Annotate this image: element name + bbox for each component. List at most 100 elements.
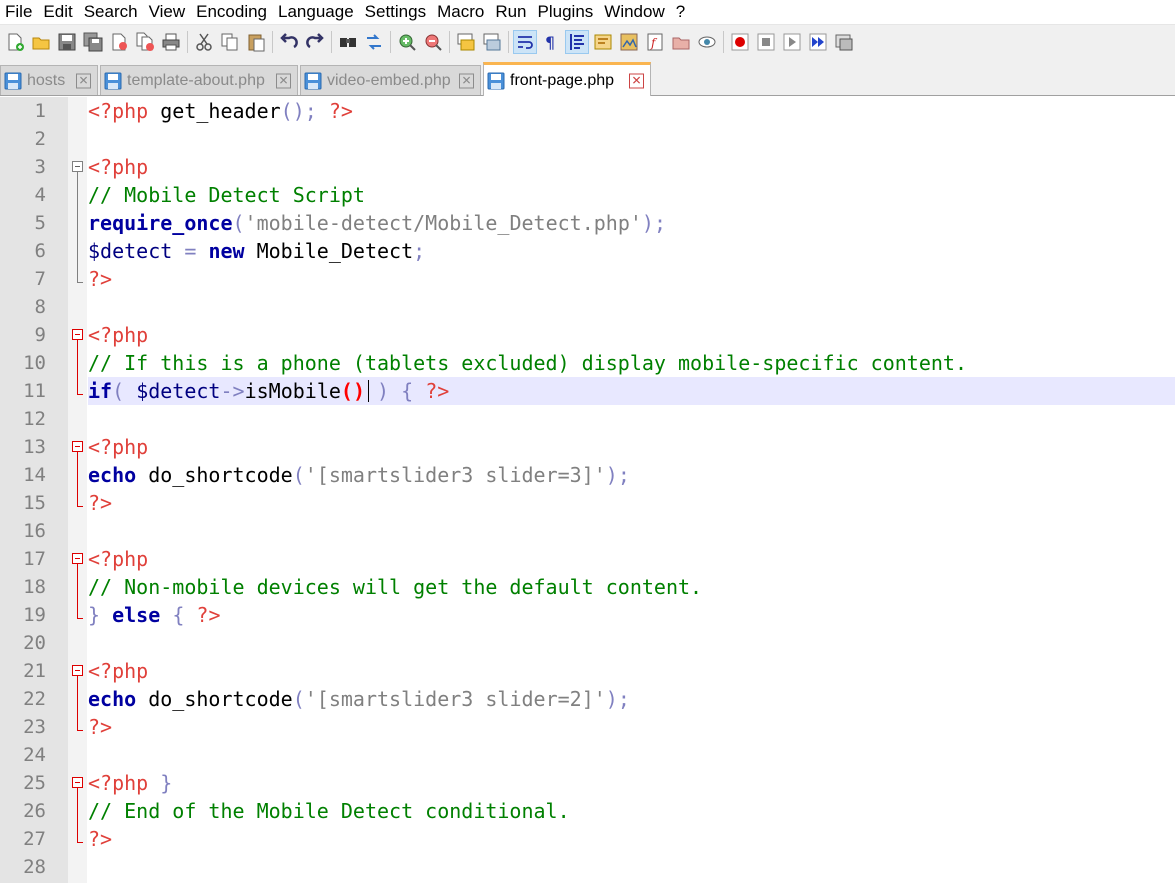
code-text[interactable]: <?php [88, 321, 1175, 349]
zoom-out-button[interactable] [421, 30, 445, 54]
code-text[interactable]: if( $detect->isMobile() ) { ?> [88, 377, 1175, 405]
code-line[interactable]: 2 [0, 125, 1175, 153]
fold-toggle-icon[interactable] [72, 153, 83, 181]
code-line[interactable]: 27 ?> [0, 825, 1175, 853]
code-line[interactable]: 18 // Non-mobile devices will get the def… [0, 573, 1175, 601]
save-macro-button[interactable] [832, 30, 856, 54]
menu-run[interactable]: Run [490, 0, 532, 23]
code-text[interactable]: require_once('mobile-detect/Mobile_Detec… [88, 209, 1175, 237]
code-line[interactable]: 25 <?php } [0, 769, 1175, 797]
code-text[interactable]: echo do_shortcode('[smartslider3 slider=… [88, 461, 1175, 489]
code-line[interactable]: 24 [0, 741, 1175, 769]
function-list-button[interactable]: f [643, 30, 667, 54]
code-text[interactable]: // Mobile Detect Script [88, 181, 1175, 209]
save-button[interactable] [55, 30, 79, 54]
user-language-button[interactable] [591, 30, 615, 54]
code-line[interactable]: 9 <?php [0, 321, 1175, 349]
close-button[interactable] [107, 30, 131, 54]
find-button[interactable] [336, 30, 360, 54]
code-text[interactable]: <?php [88, 153, 1175, 181]
copy-button[interactable] [218, 30, 242, 54]
code-text[interactable] [88, 629, 1175, 657]
sync-vertical-button[interactable] [454, 30, 478, 54]
code-text[interactable]: ?> [88, 265, 1175, 293]
code-text[interactable]: ?> [88, 713, 1175, 741]
menu-search[interactable]: Search [79, 0, 144, 23]
save-all-button[interactable] [81, 30, 105, 54]
code-line[interactable]: 8 [0, 293, 1175, 321]
menu-view[interactable]: View [144, 0, 192, 23]
fold-toggle-icon[interactable] [72, 657, 83, 685]
menu-encoding[interactable]: Encoding [191, 0, 273, 23]
tab-hosts[interactable]: hosts ✕ [0, 65, 98, 95]
menu-file[interactable]: File [0, 0, 38, 23]
code-text[interactable]: <?php [88, 433, 1175, 461]
fold-toggle-icon[interactable] [72, 433, 83, 461]
code-line[interactable]: 6 $detect = new Mobile_Detect; [0, 237, 1175, 265]
tab-template-about-php[interactable]: template-about.php ✕ [100, 65, 298, 95]
document-map-button[interactable] [617, 30, 641, 54]
replace-button[interactable] [362, 30, 386, 54]
code-line[interactable]: 21 <?php [0, 657, 1175, 685]
show-all-characters-button[interactable]: ¶ [539, 30, 563, 54]
code-text[interactable] [88, 741, 1175, 769]
fold-toggle-icon[interactable] [72, 321, 83, 349]
monitoring-button[interactable] [695, 30, 719, 54]
code-line[interactable]: 12 [0, 405, 1175, 433]
stop-recording-button[interactable] [754, 30, 778, 54]
code-text[interactable] [88, 517, 1175, 545]
code-text[interactable]: echo do_shortcode('[smartslider3 slider=… [88, 685, 1175, 713]
tab-front-page-php[interactable]: front-page.php ✕ [483, 62, 651, 96]
code-line[interactable]: 23 ?> [0, 713, 1175, 741]
menu-language[interactable]: Language [273, 0, 360, 23]
menu-edit[interactable]: Edit [38, 0, 78, 23]
code-text[interactable]: <?php [88, 545, 1175, 573]
word-wrap-button[interactable] [513, 29, 537, 54]
run-macro-multiple-button[interactable] [806, 30, 830, 54]
undo-button[interactable] [277, 30, 301, 54]
code-line[interactable]: 4 // Mobile Detect Script [0, 181, 1175, 209]
code-line[interactable]: 26 // End of the Mobile Detect conditiona… [0, 797, 1175, 825]
code-line[interactable]: 14 echo do_shortcode('[smartslider3 slide… [0, 461, 1175, 489]
code-text[interactable]: <?php } [88, 769, 1175, 797]
code-line[interactable]: 20 [0, 629, 1175, 657]
code-text[interactable] [88, 125, 1175, 153]
sync-horizontal-button[interactable] [480, 30, 504, 54]
cut-button[interactable] [192, 30, 216, 54]
code-text[interactable] [88, 405, 1175, 433]
redo-button[interactable] [303, 30, 327, 54]
code-line[interactable]: 10 // If this is a phone (tablets exclude… [0, 349, 1175, 377]
menu-help[interactable]: ? [671, 0, 691, 23]
zoom-in-button[interactable] [395, 30, 419, 54]
code-line[interactable]: 13 <?php [0, 433, 1175, 461]
code-line[interactable]: 7 ?> [0, 265, 1175, 293]
code-text[interactable] [88, 293, 1175, 321]
code-line[interactable]: 28 [0, 853, 1175, 881]
code-line[interactable]: 3 <?php [0, 153, 1175, 181]
print-button[interactable] [159, 30, 183, 54]
paste-button[interactable] [244, 30, 268, 54]
code-line[interactable]: 19} else { ?> [0, 601, 1175, 629]
menu-window[interactable]: Window [599, 0, 670, 23]
new-file-button[interactable] [3, 30, 27, 54]
code-line[interactable]: 15 ?> [0, 489, 1175, 517]
folder-as-workspace-button[interactable] [669, 30, 693, 54]
open-file-button[interactable] [29, 30, 53, 54]
code-text[interactable]: // If this is a phone (tablets excluded)… [88, 349, 1175, 377]
code-text[interactable]: // Non-mobile devices will get the defau… [88, 573, 1175, 601]
menu-plugins[interactable]: Plugins [533, 0, 600, 23]
menu-settings[interactable]: Settings [360, 0, 432, 23]
code-editor[interactable]: 1 <?php get_header(); ?> 2 3 <?php 4// Mobile… [0, 97, 1175, 883]
code-line[interactable]: 16 [0, 517, 1175, 545]
tab-close-icon[interactable]: ✕ [459, 73, 474, 88]
code-text[interactable] [88, 853, 1175, 881]
code-text[interactable]: <?php get_header(); ?> [88, 97, 1175, 125]
code-text[interactable]: } else { ?> [88, 601, 1175, 629]
close-all-button[interactable] [133, 30, 157, 54]
tab-video-embed-php[interactable]: video-embed.php ✕ [300, 65, 481, 95]
code-text[interactable]: $detect = new Mobile_Detect; [88, 237, 1175, 265]
tab-close-icon[interactable]: ✕ [276, 73, 291, 88]
tab-close-icon[interactable]: ✕ [629, 73, 644, 88]
code-text[interactable]: // End of the Mobile Detect conditional. [88, 797, 1175, 825]
code-line[interactable]: 22 echo do_shortcode('[smartslider3 slide… [0, 685, 1175, 713]
